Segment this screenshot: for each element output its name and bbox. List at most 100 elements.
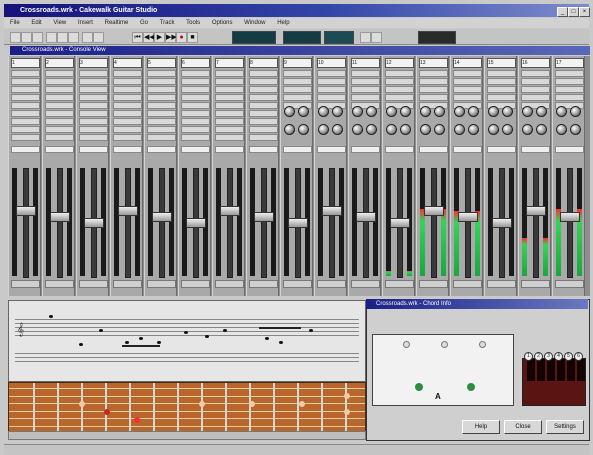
fret-position-dot[interactable] bbox=[134, 417, 140, 423]
fader-track[interactable] bbox=[363, 168, 369, 278]
send-slot[interactable] bbox=[113, 78, 142, 85]
send-slot[interactable] bbox=[147, 78, 176, 85]
pan-knob-icon[interactable] bbox=[454, 106, 465, 117]
fader-cap[interactable] bbox=[220, 206, 240, 216]
fader-cap[interactable] bbox=[16, 206, 36, 216]
send-slot[interactable] bbox=[147, 86, 176, 93]
send-slot[interactable] bbox=[79, 126, 108, 133]
send-slot[interactable] bbox=[453, 86, 482, 93]
send-slot[interactable] bbox=[215, 134, 244, 141]
send-knob-icon[interactable] bbox=[454, 124, 465, 135]
channel-name[interactable]: 3 bbox=[79, 58, 108, 68]
send-slot[interactable] bbox=[79, 118, 108, 125]
send-slot[interactable] bbox=[215, 126, 244, 133]
menu-view[interactable]: View bbox=[53, 18, 66, 28]
send-slot[interactable] bbox=[11, 134, 40, 141]
fader-cap[interactable] bbox=[186, 218, 206, 228]
send-knob-icon[interactable] bbox=[468, 124, 479, 135]
send-knob-icon[interactable] bbox=[352, 124, 363, 135]
send-slot[interactable] bbox=[181, 134, 210, 141]
fader-cap[interactable] bbox=[424, 206, 444, 216]
minimize-button[interactable]: _ bbox=[557, 7, 568, 17]
send-slot[interactable] bbox=[147, 110, 176, 117]
send-knob-icon[interactable] bbox=[366, 124, 377, 135]
channel-name[interactable]: 4 bbox=[113, 58, 142, 68]
record-button[interactable]: ● bbox=[176, 32, 187, 43]
send-slot[interactable] bbox=[249, 134, 278, 141]
channel-name[interactable]: 12 bbox=[385, 58, 414, 68]
channel-name[interactable]: 15 bbox=[487, 58, 516, 68]
fret-position-dot[interactable] bbox=[299, 401, 305, 407]
piano-keyboard[interactable] bbox=[522, 358, 586, 406]
mute-solo-buttons[interactable] bbox=[45, 146, 74, 153]
send-slot[interactable] bbox=[181, 110, 210, 117]
send-slot[interactable] bbox=[249, 86, 278, 93]
send-slot[interactable] bbox=[487, 70, 516, 77]
save-file-icon[interactable] bbox=[32, 32, 43, 43]
pan-knob-icon[interactable] bbox=[386, 106, 397, 117]
send-slot[interactable] bbox=[11, 110, 40, 117]
note[interactable] bbox=[99, 329, 103, 332]
fader-track[interactable] bbox=[227, 168, 233, 278]
paste-icon[interactable] bbox=[68, 32, 79, 43]
send-slot[interactable] bbox=[487, 94, 516, 101]
pan-knob-icon[interactable] bbox=[352, 106, 363, 117]
send-slot[interactable] bbox=[79, 102, 108, 109]
mute-solo-buttons[interactable] bbox=[249, 146, 278, 153]
send-slot[interactable] bbox=[283, 94, 312, 101]
pan-knob-icon[interactable] bbox=[420, 106, 431, 117]
maximize-button[interactable]: □ bbox=[568, 7, 579, 17]
note[interactable] bbox=[184, 331, 188, 334]
note[interactable] bbox=[49, 315, 53, 318]
undo-icon[interactable] bbox=[82, 32, 93, 43]
copy-icon[interactable] bbox=[57, 32, 68, 43]
fader-track[interactable] bbox=[23, 168, 29, 278]
channel-name[interactable]: 2 bbox=[45, 58, 74, 68]
send-slot[interactable] bbox=[181, 78, 210, 85]
send-slot[interactable] bbox=[147, 94, 176, 101]
piano-key[interactable] bbox=[547, 359, 555, 381]
piano-key[interactable] bbox=[527, 359, 535, 381]
send-slot[interactable] bbox=[351, 70, 380, 77]
send-slot[interactable] bbox=[453, 78, 482, 85]
channel-name[interactable]: 14 bbox=[453, 58, 482, 68]
send-slot[interactable] bbox=[283, 70, 312, 77]
send-slot[interactable] bbox=[181, 70, 210, 77]
channel-name[interactable]: 17 bbox=[555, 58, 584, 68]
fret-position-dot[interactable] bbox=[104, 409, 110, 415]
send-slot[interactable] bbox=[521, 70, 550, 77]
menu-help[interactable]: Help bbox=[277, 18, 289, 28]
settings-button[interactable]: Settings bbox=[546, 420, 584, 434]
send-slot[interactable] bbox=[11, 86, 40, 93]
piano-key[interactable] bbox=[557, 359, 565, 381]
channel-name[interactable]: 9 bbox=[283, 58, 312, 68]
volume-knob-icon[interactable] bbox=[400, 106, 411, 117]
send-slot[interactable] bbox=[419, 94, 448, 101]
fader-cap[interactable] bbox=[560, 212, 580, 222]
piano-key[interactable] bbox=[577, 359, 585, 381]
send-slot[interactable] bbox=[249, 94, 278, 101]
fader-track[interactable] bbox=[567, 168, 573, 278]
volume-knob-icon[interactable] bbox=[434, 106, 445, 117]
send-slot[interactable] bbox=[147, 102, 176, 109]
send-slot[interactable] bbox=[453, 70, 482, 77]
send-knob-icon[interactable] bbox=[536, 124, 547, 135]
send-slot[interactable] bbox=[45, 102, 74, 109]
send-slot[interactable] bbox=[113, 70, 142, 77]
channel-name[interactable]: 6 bbox=[181, 58, 210, 68]
send-slot[interactable] bbox=[385, 78, 414, 85]
open-file-icon[interactable] bbox=[21, 32, 32, 43]
send-slot[interactable] bbox=[11, 94, 40, 101]
fader-cap[interactable] bbox=[50, 212, 70, 222]
send-knob-icon[interactable] bbox=[502, 124, 513, 135]
cut-icon[interactable] bbox=[46, 32, 57, 43]
fader-track[interactable] bbox=[261, 168, 267, 278]
fader-cap[interactable] bbox=[254, 212, 274, 222]
send-slot[interactable] bbox=[11, 70, 40, 77]
fader-cap[interactable] bbox=[118, 206, 138, 216]
channel-name[interactable]: 10 bbox=[317, 58, 346, 68]
send-slot[interactable] bbox=[317, 78, 346, 85]
horizontal-scrollbar[interactable] bbox=[8, 431, 366, 440]
fader-cap[interactable] bbox=[492, 218, 512, 228]
send-slot[interactable] bbox=[555, 94, 584, 101]
